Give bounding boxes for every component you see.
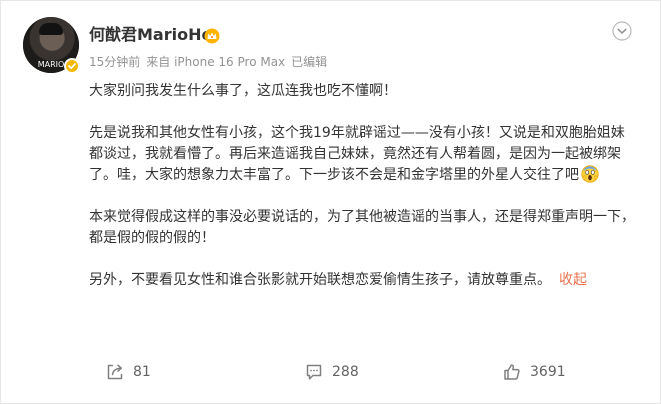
avatar-hair [39,23,63,35]
action-bar: 81 288 3691 [1,355,661,389]
comment-icon [306,364,322,380]
screaming-face-emoji [581,165,599,183]
thumbs-up-icon [504,364,520,380]
post-paragraph: 另外，不要看见女性和谁合张影就开始联想恋爱偷情生孩子，请放尊重点。 收起 [89,270,637,291]
like-count: 3691 [530,364,566,380]
edited-label[interactable]: 已编辑 [291,55,327,69]
paragraph-text: 大家别问我发生什么事了，这瓜连我也吃不懂啊！ [89,83,397,99]
post-time[interactable]: 15分钟前 [89,55,140,69]
like-button[interactable]: 3691 [502,361,566,383]
verified-badge-icon [64,58,80,74]
post-content: 大家别问我发生什么事了，这瓜连我也吃不懂啊！ 先是说我和其他女性有小孩，这个我1… [89,81,637,312]
username[interactable]: 何猷君MarioHo [89,25,212,45]
paragraph-text: 本来觉得假成这样的事没必要说话的，为了其他被造谣的当事人，还是得郑重声明一下，都… [89,209,635,246]
collapse-link[interactable]: 收起 [559,272,587,288]
comment-button[interactable]: 288 [304,361,359,383]
repost-count: 81 [133,364,151,380]
chevron-down-icon[interactable] [612,21,632,41]
weibo-post-card: MARIO 何猷君MarioHo 15分钟前 来自 iPhone 16 Pro M… [0,0,661,404]
comment-count: 288 [332,364,359,380]
post-paragraph: 本来觉得假成这样的事没必要说话的，为了其他被造谣的当事人，还是得郑重声明一下，都… [89,207,637,249]
post-source: 来自 iPhone 16 Pro Max [146,55,286,69]
repost-icon [107,364,123,380]
post-paragraph: 先是说我和其他女性有小孩，这个我19年就辟谣过——没有小孩！又说是和双胞胎姐妹都… [89,123,637,186]
post-meta: 15分钟前 来自 iPhone 16 Pro Max 已编辑 [89,54,333,70]
paragraph-text: 另外，不要看见女性和谁合张影就开始联想恋爱偷情生孩子，请放尊重点。 [89,272,551,288]
crown-icon [204,28,220,44]
repost-button[interactable]: 81 [105,361,151,383]
paragraph-text: 先是说我和其他女性有小孩，这个我19年就辟谣过——没有小孩！又说是和双胞胎姐妹都… [89,125,625,183]
post-paragraph: 大家别问我发生什么事了，这瓜连我也吃不懂啊！ [89,81,637,102]
